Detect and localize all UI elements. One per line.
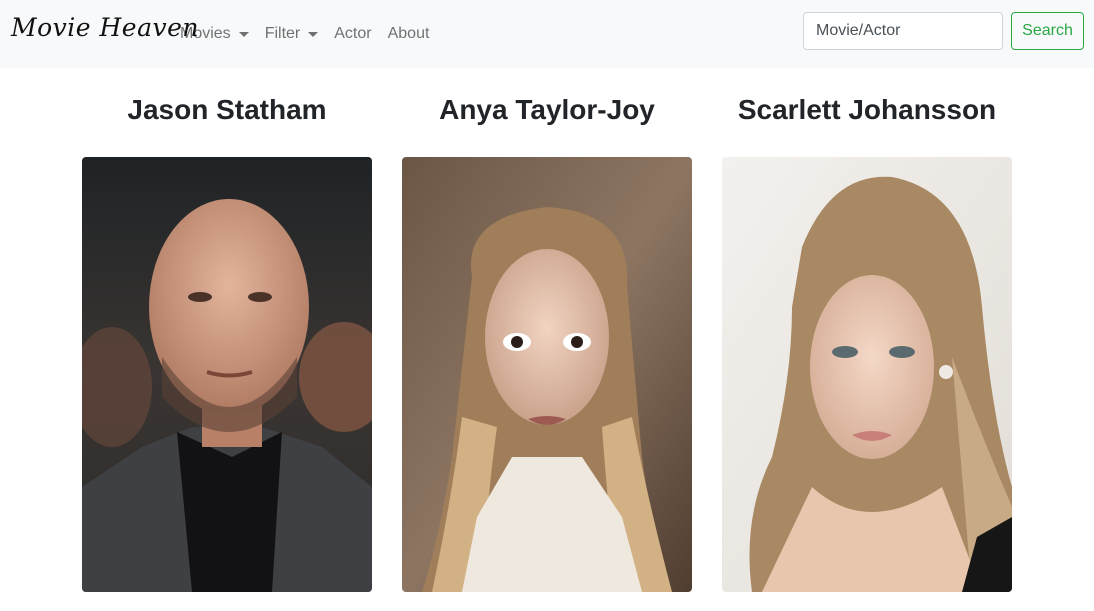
- navbar: Movie Heaven Movies Filter Actor About S…: [0, 0, 1094, 68]
- actor-photo[interactable]: [402, 157, 692, 592]
- actor-name[interactable]: Anya Taylor-Joy: [362, 94, 732, 126]
- nav-movies-dropdown[interactable]: Movies: [180, 25, 249, 43]
- search-button[interactable]: Search: [1011, 12, 1084, 50]
- caret-down-icon: [238, 31, 249, 37]
- nav-links: Movies Filter Actor About: [180, 0, 445, 68]
- search-input[interactable]: [803, 12, 1003, 50]
- brand-logo[interactable]: Movie Heaven: [11, 13, 199, 42]
- nav-actor-link[interactable]: Actor: [334, 25, 371, 43]
- actor-name[interactable]: Scarlett Johansson: [682, 94, 1052, 126]
- caret-down-icon: [308, 31, 319, 37]
- actor-photo[interactable]: [82, 157, 372, 592]
- nav-filter-label: Filter: [264, 25, 301, 42]
- actor-photo-image: [722, 157, 1012, 592]
- nav-filter-dropdown[interactable]: Filter: [265, 25, 319, 43]
- actor-photo-image: [82, 157, 372, 592]
- actor-photo[interactable]: [722, 157, 1012, 592]
- actor-name[interactable]: Jason Statham: [42, 94, 412, 126]
- nav-movies-label: Movies: [180, 25, 231, 42]
- nav-about-link[interactable]: About: [388, 25, 430, 43]
- actor-photo-image: [402, 157, 692, 592]
